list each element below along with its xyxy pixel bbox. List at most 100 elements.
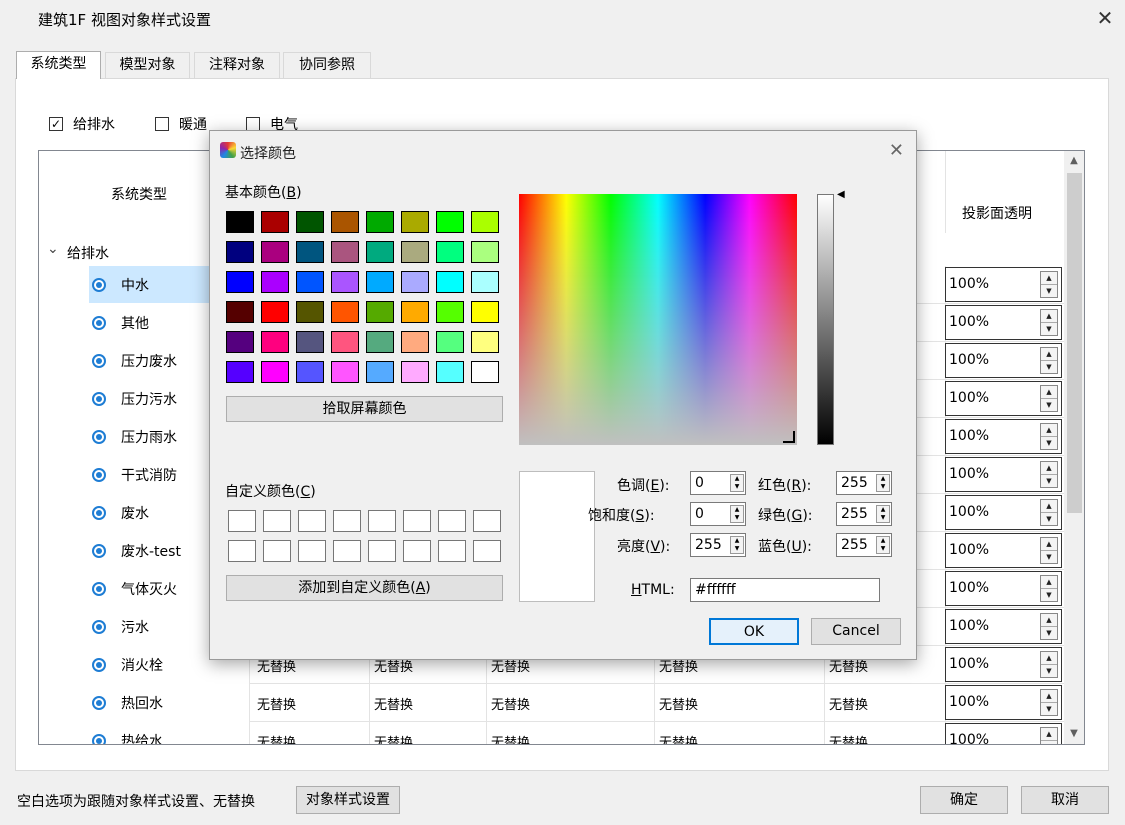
eye-visibility-icon[interactable] [92, 316, 106, 330]
basic-color-swatch[interactable] [401, 241, 429, 263]
ok-button[interactable]: 确定 [920, 786, 1008, 814]
basic-color-swatch[interactable] [471, 241, 499, 263]
cancel-button[interactable]: 取消 [1021, 786, 1109, 814]
basic-color-swatch[interactable] [436, 241, 464, 263]
basic-color-swatch[interactable] [471, 331, 499, 353]
transparency-spinner-icon[interactable]: ▲▼ [1040, 689, 1058, 716]
checkbox-electrical[interactable] [246, 117, 260, 131]
transparency-spinner-icon[interactable]: ▲▼ [1040, 499, 1058, 526]
chevron-down-icon[interactable]: ⌄ [47, 241, 59, 257]
basic-color-swatch[interactable] [436, 361, 464, 383]
transparency-input[interactable]: 100% ▲▼ [945, 723, 1062, 744]
override-cell[interactable]: 无替换 [829, 732, 868, 744]
saturation-input[interactable]: 0 ▲ ▼ [690, 502, 746, 526]
basic-color-swatch[interactable] [436, 211, 464, 233]
pick-screen-color-button[interactable]: 拾取屏幕颜色 [226, 396, 503, 422]
override-cell[interactable]: 无替换 [374, 694, 413, 713]
basic-color-swatch[interactable] [331, 331, 359, 353]
filter-hvac[interactable]: 暖通 [155, 114, 207, 134]
basic-color-swatch[interactable] [366, 271, 394, 293]
red-spinner-icon[interactable]: ▲ ▼ [876, 474, 890, 492]
custom-color-swatch[interactable] [333, 540, 361, 562]
basic-color-swatch[interactable] [401, 361, 429, 383]
blue-input[interactable]: 255 ▲ ▼ [836, 533, 892, 557]
override-cell[interactable]: 无替换 [491, 732, 530, 744]
basic-color-swatch[interactable] [331, 271, 359, 293]
saturation-spinner-icon[interactable]: ▲ ▼ [730, 505, 744, 523]
custom-color-swatch[interactable] [403, 510, 431, 532]
transparency-spinner-icon[interactable]: ▲▼ [1040, 613, 1058, 640]
basic-color-swatch[interactable] [296, 331, 324, 353]
basic-color-swatch[interactable] [471, 211, 499, 233]
table-row[interactable]: 热给水 无替换 无替换 无替换 无替换 无替换 100% ▲▼ [39, 722, 1064, 744]
eye-visibility-icon[interactable] [92, 734, 106, 744]
html-input[interactable]: #ffffff [690, 578, 880, 602]
transparency-input[interactable]: 100% ▲▼ [945, 571, 1062, 606]
filter-plumbing[interactable]: ✓ 给排水 [49, 114, 115, 134]
close-icon[interactable]: ✕ [1093, 4, 1117, 32]
custom-color-swatch[interactable] [298, 540, 326, 562]
checkbox-plumbing[interactable]: ✓ [49, 117, 63, 131]
eye-visibility-icon[interactable] [92, 506, 106, 520]
basic-color-swatch[interactable] [366, 301, 394, 323]
blue-spinner-icon[interactable]: ▲ ▼ [876, 536, 890, 554]
transparency-input[interactable]: 100% ▲▼ [945, 419, 1062, 454]
checkbox-hvac[interactable] [155, 117, 169, 131]
override-cell[interactable]: 无替换 [257, 732, 296, 744]
basic-color-swatch[interactable] [261, 301, 289, 323]
tab-model-objects[interactable]: 模型对象 [105, 52, 190, 79]
hue-spinner-icon[interactable]: ▲ ▼ [730, 474, 744, 492]
custom-color-swatch[interactable] [473, 510, 501, 532]
transparency-input[interactable]: 100% ▲▼ [945, 305, 1062, 340]
basic-color-swatch[interactable] [366, 241, 394, 263]
table-row[interactable]: 热回水 无替换 无替换 无替换 无替换 无替换 100% ▲ ▼ [39, 684, 1064, 722]
transparency-spinner-icon[interactable]: ▲▼ [1040, 727, 1058, 744]
eye-visibility-icon[interactable] [92, 544, 106, 558]
custom-color-swatch[interactable] [263, 510, 291, 532]
eye-visibility-icon[interactable] [92, 468, 106, 482]
basic-color-swatch[interactable] [296, 301, 324, 323]
add-custom-color-button[interactable]: 添加到自定义颜色(A) [226, 575, 503, 601]
transparency-spinner-icon[interactable]: ▲▼ [1040, 537, 1058, 564]
dialog-ok-button[interactable]: OK [709, 618, 799, 645]
tab-annotation-objects[interactable]: 注释对象 [194, 52, 280, 79]
basic-color-swatch[interactable] [261, 361, 289, 383]
custom-color-swatch[interactable] [228, 540, 256, 562]
dialog-close-icon[interactable]: ✕ [889, 140, 904, 161]
basic-color-swatch[interactable] [296, 361, 324, 383]
override-cell[interactable]: 无替换 [374, 732, 413, 744]
custom-color-swatch[interactable] [473, 540, 501, 562]
custom-color-swatch[interactable] [228, 510, 256, 532]
transparency-spinner-icon[interactable]: ▲▼ [1040, 575, 1058, 602]
transparency-spinner-icon[interactable]: ▲▼ [1040, 271, 1058, 298]
basic-color-swatch[interactable] [261, 271, 289, 293]
tab-collab-reference[interactable]: 协同参照 [283, 52, 371, 79]
transparency-input[interactable]: 100% ▲▼ [945, 457, 1062, 492]
transparency-input[interactable]: 100% ▲▼ [945, 609, 1062, 644]
transparency-input[interactable]: 100% ▲▼ [945, 647, 1062, 682]
custom-color-swatch[interactable] [403, 540, 431, 562]
basic-color-swatch[interactable] [436, 271, 464, 293]
hue-input[interactable]: 0 ▲ ▼ [690, 471, 746, 495]
eye-visibility-icon[interactable] [92, 582, 106, 596]
basic-color-swatch[interactable] [331, 211, 359, 233]
vertical-scrollbar[interactable]: ▲ ▼ [1064, 151, 1084, 744]
basic-color-swatch[interactable] [331, 361, 359, 383]
red-input[interactable]: 255 ▲ ▼ [836, 471, 892, 495]
basic-color-swatch[interactable] [226, 271, 254, 293]
transparency-input[interactable]: 100% ▲▼ [945, 343, 1062, 378]
basic-color-swatch[interactable] [366, 361, 394, 383]
slider-arrow-icon[interactable]: ◀ [837, 189, 845, 200]
basic-color-swatch[interactable] [226, 331, 254, 353]
transparency-input[interactable]: 100% ▲▼ [945, 685, 1062, 720]
transparency-input[interactable]: 100% ▲▼ [945, 381, 1062, 416]
color-spectrum[interactable] [519, 194, 797, 445]
basic-color-swatch[interactable] [436, 301, 464, 323]
basic-color-swatch[interactable] [471, 271, 499, 293]
override-cell[interactable]: 无替换 [491, 694, 530, 713]
override-cell[interactable]: 无替换 [829, 694, 868, 713]
basic-color-swatch[interactable] [296, 211, 324, 233]
transparency-spinner-icon[interactable]: ▲▼ [1040, 309, 1058, 336]
scroll-down-icon[interactable]: ▼ [1064, 724, 1084, 744]
value-spinner-icon[interactable]: ▲ ▼ [730, 536, 744, 554]
